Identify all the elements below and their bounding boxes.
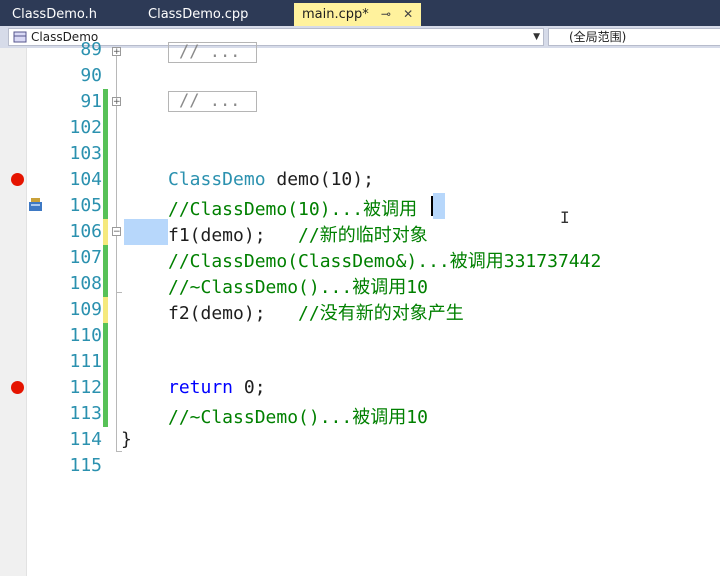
comment-text: //没有新的对象产生 — [298, 303, 464, 324]
code-line-89: 89 + // ... — [0, 37, 720, 63]
code-token: f2(demo); — [168, 303, 299, 324]
line-number: 104 — [69, 169, 102, 190]
change-marker — [103, 323, 108, 349]
change-marker — [103, 349, 108, 375]
fold-expand-icon[interactable]: + — [112, 97, 121, 107]
line-number: 89 — [80, 39, 102, 60]
change-marker — [103, 219, 108, 245]
change-marker — [103, 297, 108, 323]
line-number: 113 — [69, 403, 102, 424]
change-marker — [103, 89, 108, 115]
comment-text: //ClassDemo(ClassDemo&)...被调用331737442 — [168, 251, 602, 272]
tab-classdemo-cpp[interactable]: ClassDemo.cpp — [148, 4, 248, 25]
change-marker — [103, 401, 108, 427]
line-number: 109 — [69, 299, 102, 320]
tab-label: ClassDemo.h — [12, 7, 97, 22]
code-token: f1(demo); — [168, 225, 299, 246]
current-statement-icon — [29, 198, 42, 211]
line-number: 110 — [69, 325, 102, 346]
code-line-102: 102 — [0, 115, 720, 141]
code-line-112: 112 return 0; — [0, 375, 720, 401]
code-line-115: 115 — [0, 453, 720, 479]
change-marker — [103, 193, 108, 219]
code-line-91: 91 + // ... — [0, 89, 720, 115]
line-number: 112 — [69, 377, 102, 398]
line-number: 111 — [69, 351, 102, 372]
code-line-109: 109 f2(demo); //没有新的对象产生 — [0, 297, 720, 325]
code-token: demo(10); — [265, 169, 374, 190]
code-line-107: 107 //ClassDemo(ClassDemo&)...被调用3317374… — [0, 245, 720, 272]
breakpoint-icon[interactable] — [11, 381, 24, 394]
code-token: 0; — [233, 377, 266, 398]
line-number: 103 — [69, 143, 102, 164]
text-caret — [431, 196, 433, 216]
fold-expand-icon[interactable]: + — [112, 47, 121, 57]
line-number: 115 — [69, 455, 102, 476]
comment-text: //~ClassDemo()...被调用10 — [168, 277, 428, 298]
pin-icon[interactable]: ⊸ — [381, 7, 391, 21]
type-token: ClassDemo — [168, 169, 266, 190]
closing-brace: } — [121, 429, 132, 450]
line-number: 108 — [69, 273, 102, 294]
change-marker — [103, 167, 108, 193]
comment-text: //ClassDemo(10)...被调用 — [168, 199, 418, 220]
code-line-105: 105 //ClassDemo(10)...被调用 — [0, 193, 720, 220]
change-marker — [103, 271, 108, 297]
caret-highlight — [433, 193, 445, 219]
tab-main-cpp[interactable]: main.cpp* ⊸ ✕ — [294, 3, 422, 26]
line-number: 102 — [69, 117, 102, 138]
change-marker — [103, 141, 108, 167]
fold-collapse-icon[interactable]: − — [112, 227, 121, 237]
line-number: 90 — [80, 65, 102, 86]
code-text: return 0; — [168, 377, 266, 398]
code-line-104: 104 ClassDemo demo(10); — [0, 167, 720, 193]
collapsed-region[interactable]: // ... — [168, 91, 257, 112]
code-line-113: 113 //~ClassDemo()...被调用10 — [0, 401, 720, 428]
close-icon[interactable]: ✕ — [403, 7, 413, 21]
tab-label: ClassDemo.cpp — [148, 7, 249, 22]
code-line-114: 114 } — [0, 427, 720, 453]
code-line-106: 106 − f1(demo); //新的临时对象 — [0, 219, 720, 247]
keyword-token: return — [168, 377, 234, 398]
comment-text: //新的临时对象 — [298, 225, 428, 246]
line-number: 105 — [69, 195, 102, 216]
ibeam-cursor-icon: I — [560, 208, 570, 227]
code-text: f1(demo); //新的临时对象 — [168, 221, 428, 247]
code-editor[interactable]: 89 + // ... 90 91 + // ... 102 103 104 C… — [0, 39, 720, 576]
code-text: ClassDemo demo(10); — [168, 169, 374, 190]
tab-classdemo-h[interactable]: ClassDemo.h — [12, 4, 97, 25]
document-tab-bar: ClassDemo.h ClassDemo.cpp main.cpp* ⊸ ✕ — [0, 0, 720, 26]
line-number: 106 — [69, 221, 102, 242]
change-marker — [103, 115, 108, 141]
change-marker — [103, 375, 108, 401]
selection-highlight — [124, 219, 168, 245]
comment-text: //~ClassDemo()...被调用10 — [168, 407, 428, 428]
code-line-110: 110 — [0, 323, 720, 349]
code-line-108: 108 //~ClassDemo()...被调用10 — [0, 271, 720, 298]
collapsed-region[interactable]: // ... — [168, 42, 257, 63]
line-number: 114 — [69, 429, 102, 450]
line-number: 91 — [80, 91, 102, 112]
code-line-90: 90 — [0, 63, 720, 89]
breakpoint-icon[interactable] — [11, 173, 24, 186]
line-number: 107 — [69, 247, 102, 268]
code-line-111: 111 — [0, 349, 720, 375]
code-line-103: 103 — [0, 141, 720, 167]
tab-label: main.cpp* — [302, 7, 369, 22]
change-marker — [103, 245, 108, 271]
code-text: f2(demo); //没有新的对象产生 — [168, 299, 464, 325]
